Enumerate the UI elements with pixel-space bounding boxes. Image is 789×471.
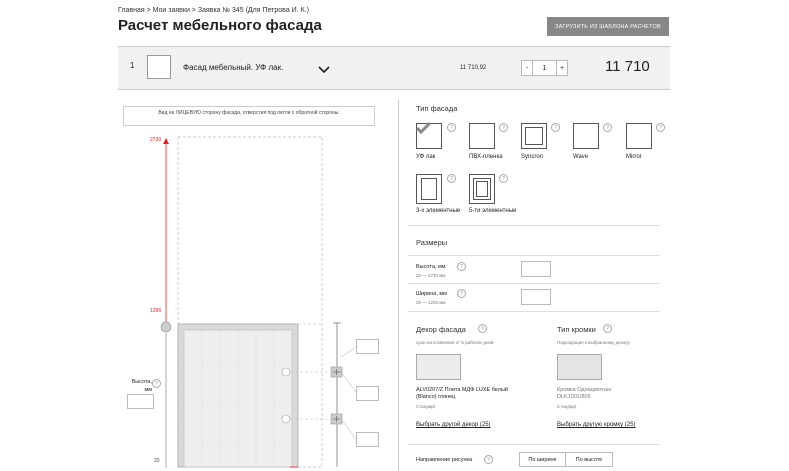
- facade-type-title: Тип фасада: [416, 104, 458, 113]
- divider: [408, 311, 660, 312]
- dimension-current-label: 1296: [150, 308, 162, 314]
- preview-note: Вид на ЛИЦЕВУЮ сторону фасада, отверстия…: [123, 106, 375, 126]
- facade-type-label: 5-ти элементные: [469, 208, 517, 214]
- sizes-title: Размеры: [416, 238, 448, 247]
- edge-note: Подходящие к выбранному декору: [557, 340, 630, 345]
- help-icon[interactable]: ?: [457, 289, 466, 298]
- help-icon[interactable]: ?: [457, 262, 466, 271]
- pattern-direction-label: Направление рисунка: [416, 457, 473, 463]
- hinge-hole: [281, 367, 291, 377]
- hinge-hole: [281, 414, 291, 424]
- divider: [408, 283, 660, 284]
- decor-title: Декор фасада: [416, 325, 466, 334]
- edge-swatch[interactable]: [557, 354, 602, 380]
- hinge-position-input[interactable]: [356, 386, 379, 401]
- facade-type-wave[interactable]: [573, 123, 599, 149]
- decor-name-line2: (Blanco) глянец: [416, 394, 456, 400]
- breadcrumb[interactable]: Главная > Мои заявки > Заявка № 345 (Для…: [118, 7, 309, 14]
- facade-type-label: Syncron: [521, 154, 544, 160]
- quantity-increase-button[interactable]: +: [556, 60, 568, 76]
- facade-type-pvc[interactable]: [469, 123, 495, 149]
- help-icon[interactable]: ?: [603, 324, 612, 333]
- divider: [408, 444, 660, 445]
- height-range: 20 — 2730 мм: [416, 273, 446, 278]
- facade-type-label: 3-х элементные: [416, 208, 461, 214]
- facade-type-label: Wave: [573, 154, 589, 160]
- pattern-by-height-button[interactable]: По высоте: [566, 452, 613, 467]
- facade-type-5-element[interactable]: [469, 174, 495, 204]
- facade-type-mirror[interactable]: [626, 123, 652, 149]
- quantity-decrease-button[interactable]: -: [521, 60, 533, 76]
- facade-type-label: Mirror: [626, 154, 642, 160]
- facade-type-3-element[interactable]: [416, 174, 442, 204]
- help-icon[interactable]: ?: [551, 123, 560, 132]
- facade-type-uv-lacquer[interactable]: [416, 122, 442, 149]
- decor-note: срок изготовления от 5 рабочих дней: [416, 340, 494, 345]
- edge-name: Кромка Однацветная: [557, 387, 612, 393]
- row-number: 1: [130, 61, 135, 70]
- help-icon[interactable]: ?: [484, 455, 493, 464]
- chevron-down-icon[interactable]: [318, 62, 330, 74]
- facade-name: Фасад мебельный. УФ лак.: [183, 63, 284, 72]
- unit-price: 11 710,92: [460, 65, 487, 71]
- load-template-button[interactable]: ЗАГРУЗИТЬ ИЗ ШАБЛОНА РАСЧЕТОВ: [547, 17, 669, 36]
- height-input[interactable]: [521, 261, 551, 277]
- pattern-by-width-button[interactable]: По ширине: [519, 452, 566, 467]
- decor-category: Стандарт: [416, 404, 436, 409]
- help-icon[interactable]: ?: [478, 324, 487, 333]
- help-icon[interactable]: ?: [152, 379, 161, 388]
- edge-name-line2: DLK1001/805: [557, 394, 591, 400]
- help-icon[interactable]: ?: [447, 174, 456, 183]
- help-icon[interactable]: ?: [499, 123, 508, 132]
- dimension-max-label: 2730: [150, 137, 162, 143]
- width-label: Ширина, мм: [416, 291, 447, 297]
- help-icon[interactable]: ?: [603, 123, 612, 132]
- hinge-position-input[interactable]: [356, 339, 379, 354]
- facade-preview-drawing: [160, 136, 357, 468]
- facade-type-syncron[interactable]: [521, 123, 547, 149]
- width-range: 20 — 1200 мм: [416, 300, 446, 305]
- page-title: Расчет мебельного фасада: [118, 17, 322, 34]
- decor-swatch[interactable]: [416, 354, 461, 380]
- divider: [408, 255, 660, 256]
- facade-thumbnail: [147, 55, 171, 79]
- facade-type-label: УФ лак: [416, 154, 436, 160]
- dimension-min-label: 20: [154, 458, 160, 464]
- width-input[interactable]: [521, 289, 551, 305]
- help-icon[interactable]: ?: [447, 123, 456, 132]
- dimension-arrow-icon: [163, 138, 169, 144]
- row-total: 11 710: [605, 58, 650, 75]
- hinge-position-input[interactable]: [356, 432, 379, 447]
- decor-name: ALV0207/Z Плита МДФ LUXE белый: [416, 387, 508, 393]
- facade-type-label: ПВХ-пленка: [469, 154, 503, 160]
- preview-height-input[interactable]: [127, 394, 154, 409]
- edge-category: Стандарт: [557, 404, 577, 409]
- help-icon[interactable]: ?: [499, 174, 508, 183]
- choose-edge-link[interactable]: Выбрать другую кромку (25): [557, 422, 635, 428]
- choose-decor-link[interactable]: Выбрать другой декор (25): [416, 422, 491, 428]
- divider: [408, 225, 660, 226]
- height-slider-handle: [160, 321, 172, 333]
- edge-title: Тип кромки: [557, 325, 596, 334]
- help-icon[interactable]: ?: [656, 123, 665, 132]
- preview-height-label: Высота, мм: [131, 379, 152, 394]
- checkmark-icon: [416, 122, 432, 134]
- panel-divider: [398, 100, 399, 471]
- height-label: Высота, мм: [416, 264, 446, 270]
- quantity-input[interactable]: 1: [533, 60, 556, 76]
